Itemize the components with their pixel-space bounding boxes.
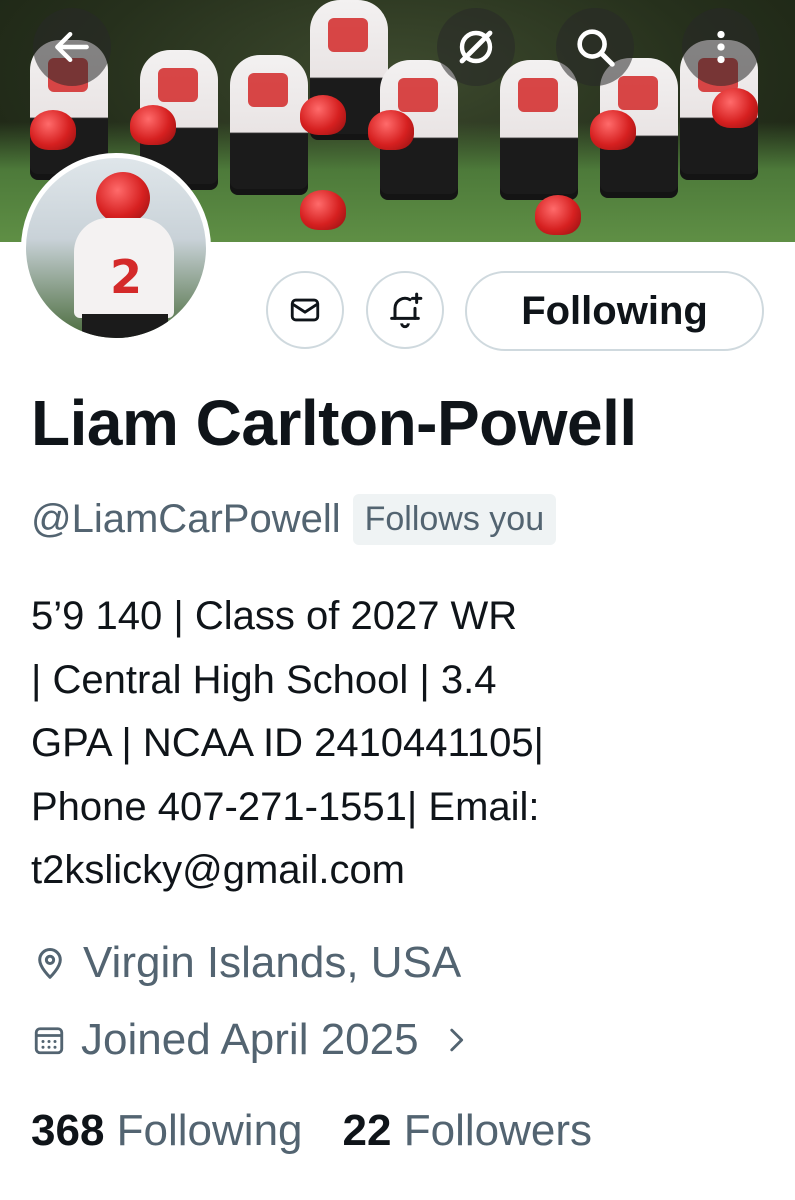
- followers-stat[interactable]: 22 Followers: [343, 1106, 592, 1156]
- profile-name: Liam Carlton-Powell: [31, 387, 637, 459]
- back-button[interactable]: [33, 8, 111, 86]
- following-button[interactable]: Following: [465, 271, 764, 351]
- banner-helmet: [590, 110, 636, 150]
- message-button[interactable]: [266, 271, 344, 349]
- more-icon: [717, 30, 725, 64]
- profile-handle: @LiamCarPowell: [31, 497, 341, 541]
- profile-joined-date: Joined April 2025: [81, 1015, 419, 1064]
- chevron-right-icon: [449, 1028, 463, 1052]
- location-pin-icon: [38, 948, 62, 979]
- avatar-jersey-number: 2: [110, 250, 143, 304]
- banner-helmet: [130, 105, 176, 145]
- location-row: Virgin Islands, USA: [31, 938, 461, 988]
- banner-player: [500, 60, 578, 200]
- following-stat[interactable]: 368 Following: [31, 1106, 303, 1156]
- banner-helmet: [368, 110, 414, 150]
- grok-button[interactable]: [437, 8, 515, 86]
- profile-avatar[interactable]: 2: [21, 153, 211, 343]
- banner-helmet: [300, 190, 346, 230]
- joined-row[interactable]: Joined April 2025: [31, 1015, 473, 1065]
- back-arrow-icon: [55, 31, 89, 63]
- followers-count: 22: [342, 1106, 392, 1155]
- notifications-button[interactable]: [366, 271, 444, 349]
- following-label: Following: [116, 1106, 303, 1155]
- bio-line: | Central High School | 3.4: [31, 657, 497, 702]
- avatar-legs: [82, 314, 168, 338]
- calendar-icon: [34, 1027, 64, 1055]
- following-count: 368: [31, 1106, 105, 1155]
- avatar-helmet: [96, 172, 150, 224]
- handle-row: @LiamCarPowell Follows you: [31, 494, 557, 545]
- search-button[interactable]: [556, 8, 634, 86]
- follow-stats: 368 Following 22 Followers: [31, 1106, 592, 1156]
- profile-bio: 5’9 140 | Class of 2027 WR | Central Hig…: [31, 585, 671, 903]
- bell-plus-icon: [390, 292, 423, 329]
- more-button[interactable]: [682, 8, 760, 86]
- profile-location: Virgin Islands, USA: [83, 938, 462, 987]
- followers-label: Followers: [403, 1106, 592, 1155]
- banner-helmet: [30, 110, 76, 150]
- mail-icon: [290, 298, 320, 322]
- banner-helmet: [300, 95, 346, 135]
- banner-helmet: [535, 195, 581, 235]
- bio-line: Phone 407-271-1551| Email:: [31, 784, 540, 829]
- grok-icon: [459, 30, 493, 64]
- banner-player: [230, 55, 308, 195]
- bio-line: t2kslicky@gmail.com: [31, 848, 406, 892]
- bio-line: 5’9 140 | Class of 2027 WR: [31, 594, 518, 638]
- bio-line: GPA | NCAA ID 2410441105|: [31, 721, 544, 765]
- follows-you-badge: Follows you: [352, 494, 557, 545]
- banner-helmet: [712, 88, 758, 128]
- search-icon: [577, 29, 615, 67]
